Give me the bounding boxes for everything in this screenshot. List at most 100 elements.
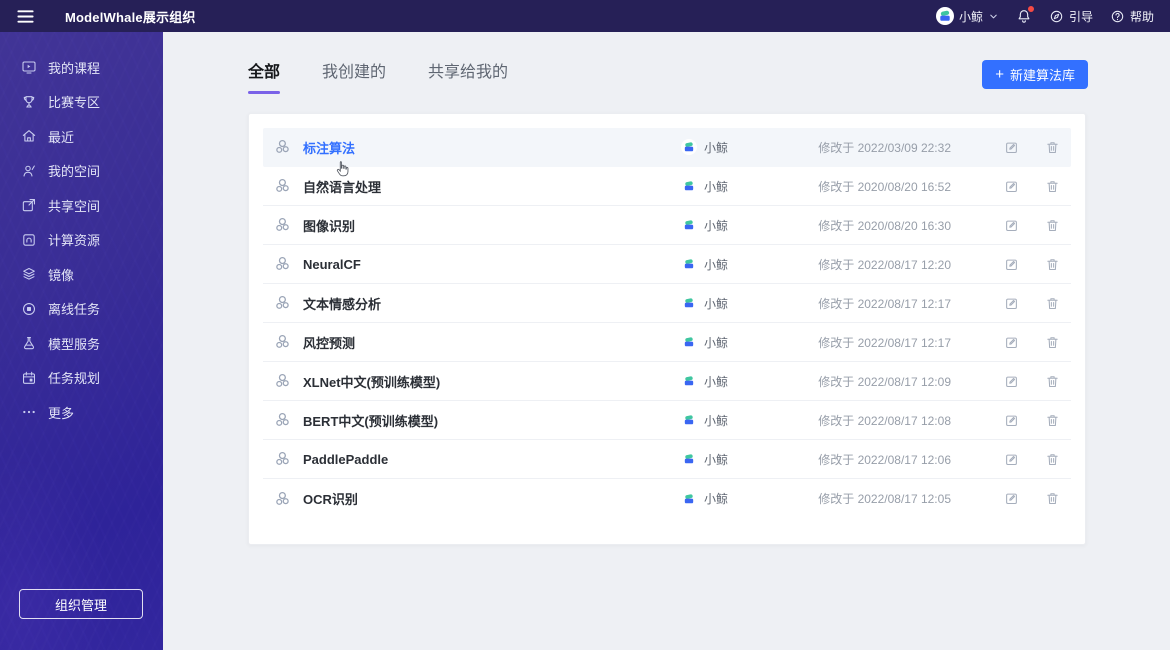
row-name-cell: 图像识别 [274,216,681,235]
trash-icon[interactable] [1045,335,1060,350]
algorithm-name-link[interactable]: NeuralCF [303,257,361,272]
user-avatar [936,7,954,25]
plus-icon: + [995,65,1004,83]
sidebar-item-icon [22,302,36,315]
edit-icon[interactable] [1004,491,1019,506]
edit-icon[interactable] [1004,257,1019,272]
new-algorithm-button[interactable]: + 新建算法库 [982,60,1088,89]
row-owner-cell: 小鲸 [681,256,811,273]
tab-bar: 全部 我创建的 共享给我的 [248,58,508,94]
algorithm-name-link[interactable]: XLNet中文(预训练模型) [303,372,440,391]
algorithm-name-link[interactable]: 文本情感分析 [303,294,381,313]
owner-avatar [681,412,697,428]
trash-icon[interactable] [1045,374,1060,389]
sidebar-item[interactable]: 共享空间 [0,188,163,223]
trash-icon[interactable] [1045,491,1060,506]
sidebar-item[interactable]: 镜像 [0,257,163,292]
hamburger-menu-icon[interactable] [16,6,36,26]
edit-icon[interactable] [1004,452,1019,467]
row-owner-cell: 小鲸 [681,490,811,507]
sidebar-item[interactable]: 我的空间 [0,154,163,189]
sidebar-item[interactable]: 更多 [0,395,163,430]
trash-icon[interactable] [1045,140,1060,155]
sidebar-item-icon [23,95,35,108]
help-label: 帮助 [1129,9,1154,24]
algorithm-name-link[interactable]: 风控预测 [303,333,355,352]
row-modified-cell: 修改于 2022/08/17 12:20 [818,257,951,272]
trash-icon[interactable] [1045,413,1060,428]
sidebar-item[interactable]: 最近 [0,119,163,154]
algorithm-name-link[interactable]: BERT中文(预训练模型) [303,411,438,430]
org-manage-button[interactable]: 组织管理 [19,589,143,619]
table-row[interactable]: NeuralCF 小鲸 修改于 2022/08/17 12:20 [263,245,1071,284]
sidebar-item-label: 我的课程 [48,60,101,76]
row-modified-cell: 修改于 2022/03/09 22:32 [818,140,951,155]
edit-icon[interactable] [1004,374,1019,389]
topbar: ModelWhale展示组织 小鲸 引导 帮助 [0,0,1170,32]
row-name-cell: 文本情感分析 [274,294,681,313]
guide-button[interactable]: 引导 [1049,8,1093,25]
owner-avatar [681,373,697,389]
trash-icon[interactable] [1045,179,1060,194]
owner-name: 小鲸 [704,452,729,467]
sidebar-item[interactable]: 任务规划 [0,361,163,396]
algorithm-name-link[interactable]: 图像识别 [303,216,355,235]
trash-icon[interactable] [1045,452,1060,467]
sidebar: 我的课程 比赛专区 最近 我的空间 共享空间 计算资源 镜像 离线任务 模型服务… [0,32,163,650]
algorithm-name-link[interactable]: PaddlePaddle [303,452,388,467]
algorithm-name-link[interactable]: OCR识别 [303,489,358,508]
table-row[interactable]: 自然语言处理 小鲸 修改于 2020/08/20 16:52 [263,167,1071,206]
table-row[interactable]: 文本情感分析 小鲸 修改于 2022/08/17 12:17 [263,284,1071,323]
sidebar-item[interactable]: 模型服务 [0,326,163,361]
tab[interactable]: 我创建的 [322,58,386,90]
edit-icon[interactable] [1004,413,1019,428]
table-row[interactable]: 标注算法 小鲸 修改于 2022/03/09 22:32 [263,128,1071,167]
user-menu[interactable]: 小鲸 [936,7,999,25]
owner-name: 小鲸 [704,335,729,350]
sidebar-item-label: 共享空间 [48,198,101,214]
tab[interactable]: 全部 [248,58,281,94]
row-owner-cell: 小鲸 [681,217,811,234]
owner-avatar [681,217,697,233]
trash-icon[interactable] [1045,218,1060,233]
row-actions [1004,413,1060,428]
sidebar-item-label: 我的空间 [48,164,101,180]
trash-icon[interactable] [1045,296,1060,311]
edit-icon[interactable] [1004,140,1019,155]
edit-icon[interactable] [1004,296,1019,311]
owner-name: 小鲸 [704,257,729,272]
row-actions [1004,179,1060,194]
table-row[interactable]: PaddlePaddle 小鲸 修改于 2022/08/17 12:06 [263,440,1071,479]
sidebar-item[interactable]: 计算资源 [0,223,163,258]
algorithm-name-link[interactable]: 自然语言处理 [303,177,381,196]
sidebar-item-label: 镜像 [48,267,75,283]
table-row[interactable]: XLNet中文(预训练模型) 小鲸 修改于 2022/08/17 12:09 [263,362,1071,401]
edit-icon[interactable] [1004,335,1019,350]
sidebar-item-label: 任务规划 [48,371,101,387]
row-modified-cell: 修改于 2022/08/17 12:05 [818,492,951,506]
table-row[interactable]: BERT中文(预训练模型) 小鲸 修改于 2022/08/17 12:08 [263,401,1071,440]
tab[interactable]: 共享给我的 [428,58,508,90]
row-name-cell: OCR识别 [274,489,681,508]
row-actions [1004,335,1060,350]
table-row[interactable]: 图像识别 小鲸 修改于 2020/08/20 16:30 [263,206,1071,245]
table-row[interactable]: OCR识别 小鲸 修改于 2022/08/17 12:05 [263,479,1071,518]
row-owner-cell: 小鲸 [681,139,811,156]
sidebar-item[interactable]: 离线任务 [0,292,163,327]
sidebar-item-label: 模型服务 [48,336,101,352]
sidebar-item-label: 比赛专区 [48,95,101,111]
question-icon [1111,10,1124,22]
sidebar-item-label: 计算资源 [48,233,101,249]
edit-icon[interactable] [1004,218,1019,233]
cluster-icon [276,412,289,426]
help-button[interactable]: 帮助 [1110,8,1154,25]
algorithm-name-link[interactable]: 标注算法 [303,138,355,157]
table-row[interactable]: 风控预测 小鲸 修改于 2022/08/17 12:17 [263,323,1071,362]
sidebar-item[interactable]: 比赛专区 [0,85,163,120]
row-name-cell: XLNet中文(预训练模型) [274,372,681,391]
sidebar-item[interactable]: 我的课程 [0,50,163,85]
edit-icon[interactable] [1004,179,1019,194]
row-name-cell: PaddlePaddle [274,450,681,468]
trash-icon[interactable] [1045,257,1060,272]
notifications-button[interactable] [1016,6,1034,24]
